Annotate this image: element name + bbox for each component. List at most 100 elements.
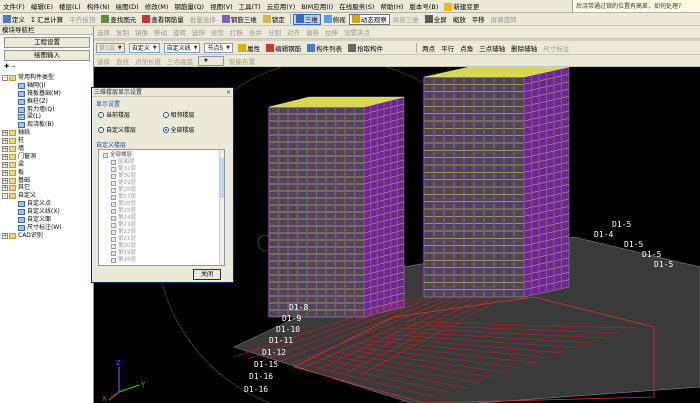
scrollbar-thumb[interactable]	[220, 158, 224, 198]
three-point-arc-tool[interactable]: 三点画弧	[164, 56, 196, 66]
tree-node[interactable]: + 墙	[2, 145, 93, 153]
floor-list-item[interactable]: ✓ 第23层	[103, 222, 224, 229]
all-floors-radio[interactable]: 全部楼层	[162, 125, 228, 134]
tree-node[interactable]: + CAD识别	[2, 232, 93, 240]
menu-bim[interactable]: BIM应用(I)	[298, 1, 336, 11]
floor-list-item[interactable]: ✓ 第30层	[103, 173, 224, 180]
set-insert-tool[interactable]: 设置夹点	[341, 27, 373, 37]
zoom-button[interactable]: 缩放	[450, 14, 469, 25]
tree-node[interactable]: + 柱	[2, 137, 93, 145]
tree-node[interactable]: 剪力墙(Q)	[2, 106, 93, 114]
help-search-prompt[interactable]: 后浇带通过锁的位置有高差，如何处理?	[572, 0, 700, 12]
tree-node[interactable]: + 板	[2, 169, 93, 177]
expand-icon[interactable]: +	[2, 177, 8, 184]
type-combo[interactable]: 自定义 ▼	[128, 42, 160, 53]
floor-list-item[interactable]: ✓ 第26层	[103, 201, 224, 208]
menu-view[interactable]: 视图(V)	[207, 1, 236, 11]
expand-icon[interactable]: +	[2, 153, 8, 160]
expand-icon[interactable]: +	[2, 185, 8, 192]
menu-floor[interactable]: 楼层(L)	[56, 1, 84, 11]
screen-rotate-button[interactable]: 屏幕旋转	[488, 14, 520, 25]
floor-list-item[interactable]: ✓ 第19层	[103, 250, 224, 257]
mirror-tool[interactable]: 镜像	[132, 27, 151, 37]
tree-node[interactable]: 自定义面	[2, 216, 93, 224]
edit-rebar-button[interactable]: 编辑钢筋	[263, 42, 304, 53]
delete-axis-button[interactable]: 删除辅轴	[508, 42, 540, 53]
align-tool[interactable]: 对齐	[284, 27, 303, 37]
lock-button[interactable]: 锁定	[260, 14, 288, 25]
tree-node[interactable]: + 其它	[2, 184, 93, 192]
floor-list-item[interactable]: ✓ 第21层	[103, 236, 224, 243]
collapse-icon[interactable]: -	[2, 74, 8, 81]
expand-icon[interactable]: +	[2, 161, 8, 168]
expand-icon[interactable]: +	[2, 232, 8, 239]
list-scrollbar[interactable]	[219, 150, 224, 265]
menu-help[interactable]: 帮助(H)	[377, 1, 406, 11]
floor-list-item[interactable]: ✓ 第28层	[103, 187, 224, 194]
flat-board-button[interactable]: 平齐板顶	[66, 14, 98, 25]
tree-node[interactable]: + 轴线	[2, 129, 93, 137]
element-combo[interactable]: 节点5 ▼	[204, 42, 234, 53]
select-tool[interactable]: 选择	[94, 27, 113, 37]
element-list-button[interactable]: 构件列表	[304, 42, 345, 53]
tree-node[interactable]: 自定义线(X)	[2, 208, 93, 216]
menu-tools[interactable]: 工具(T)	[236, 1, 264, 11]
parallel-button[interactable]: 平行	[438, 42, 457, 53]
split-tool[interactable]: 分割	[265, 27, 284, 37]
tree-node[interactable]: 尺寸标注(W)	[2, 224, 93, 232]
stretch-tool[interactable]: 拉伸	[322, 27, 341, 37]
find-element-button[interactable]: 查找图元	[98, 14, 139, 25]
batch-select-button[interactable]: 批量选择	[187, 14, 219, 25]
tree-node[interactable]: 现浇板(B)	[2, 121, 93, 129]
tree-node[interactable]: 筏板基础(M)	[2, 90, 93, 98]
two-point-button[interactable]: 两点	[419, 42, 438, 53]
floor-list-item[interactable]: ✓ 第18层	[103, 257, 224, 264]
floor-list-item[interactable]: ✓ 第31层	[103, 166, 224, 173]
pick-element-button[interactable]: 拾取构件	[345, 42, 386, 53]
subtype-combo[interactable]: 自定义线 ▼	[163, 42, 201, 53]
expand-icon[interactable]: +	[2, 145, 8, 152]
merge-tool[interactable]: 合并	[246, 27, 265, 37]
point-length-tool[interactable]: 点加长度	[132, 56, 164, 66]
custom-floor-radio[interactable]: 自定义楼层	[98, 125, 163, 134]
properties-button[interactable]: 属性	[235, 42, 263, 53]
floor-list-item[interactable]: ✓ 第20层	[103, 243, 224, 250]
copy-tool[interactable]: 复制	[113, 27, 132, 37]
extend-tool[interactable]: 延伸	[189, 27, 208, 37]
tree-node[interactable]: 轴网(J)	[2, 82, 93, 90]
move-tool[interactable]: 移动	[151, 27, 170, 37]
project-settings-button[interactable]: 工程设置	[4, 37, 90, 48]
menu-cloud[interactable]: 云应用(Y)	[264, 1, 299, 11]
collapse-icon[interactable]: -	[2, 193, 8, 200]
add-icon[interactable]: ✚	[4, 63, 9, 70]
floor-list-item[interactable]: ✓ 第24层	[103, 215, 224, 222]
floor-list-item[interactable]: ✓ 第22层	[103, 229, 224, 236]
tree-node[interactable]: + 基础	[2, 177, 93, 185]
menu-component[interactable]: 构件(N)	[84, 1, 113, 11]
menu-online[interactable]: 在线服务(S)	[336, 1, 377, 11]
select-draw-tool[interactable]: 选择	[94, 56, 113, 66]
fullscreen-button[interactable]: 全屏	[422, 14, 450, 25]
draw-mode-combo[interactable]: ▼	[198, 55, 224, 66]
tree-node[interactable]: - 常用构件类型	[2, 74, 93, 82]
expand-icon[interactable]: +	[2, 138, 8, 145]
rotate-tool[interactable]: 旋转	[170, 27, 189, 37]
floor-combo[interactable]: 第1层 ▼	[96, 42, 125, 53]
menu-file[interactable]: 文件(F)	[0, 1, 28, 11]
definition-button[interactable]: 定义	[0, 14, 28, 25]
smart-layout-tool[interactable]: 智能布置	[226, 56, 258, 66]
browse-button[interactable]: 俯视	[321, 14, 349, 25]
floor-list-item[interactable]: ✓ 第25层	[103, 208, 224, 215]
offset-tool[interactable]: 偏移	[303, 27, 322, 37]
current-floor-radio[interactable]: 当前楼层	[98, 110, 163, 119]
view-3d-button[interactable]: 三维	[292, 13, 321, 25]
dimension-button[interactable]: 尺寸标注	[540, 42, 572, 53]
tree-node[interactable]: + 门窗洞	[2, 153, 93, 161]
adjacent-floor-radio[interactable]: 相邻楼层	[162, 110, 228, 119]
point-angle-button[interactable]: 点角	[457, 42, 476, 53]
tree-node[interactable]: 自定义点	[2, 200, 93, 208]
trim-tool[interactable]: 修剪	[208, 27, 227, 37]
view-rebar-button[interactable]: 查看钢筋量	[139, 14, 187, 25]
menu-edit[interactable]: 编辑(E)	[28, 1, 56, 11]
floor-list-item[interactable]: ✓ 屋面层	[103, 159, 224, 166]
